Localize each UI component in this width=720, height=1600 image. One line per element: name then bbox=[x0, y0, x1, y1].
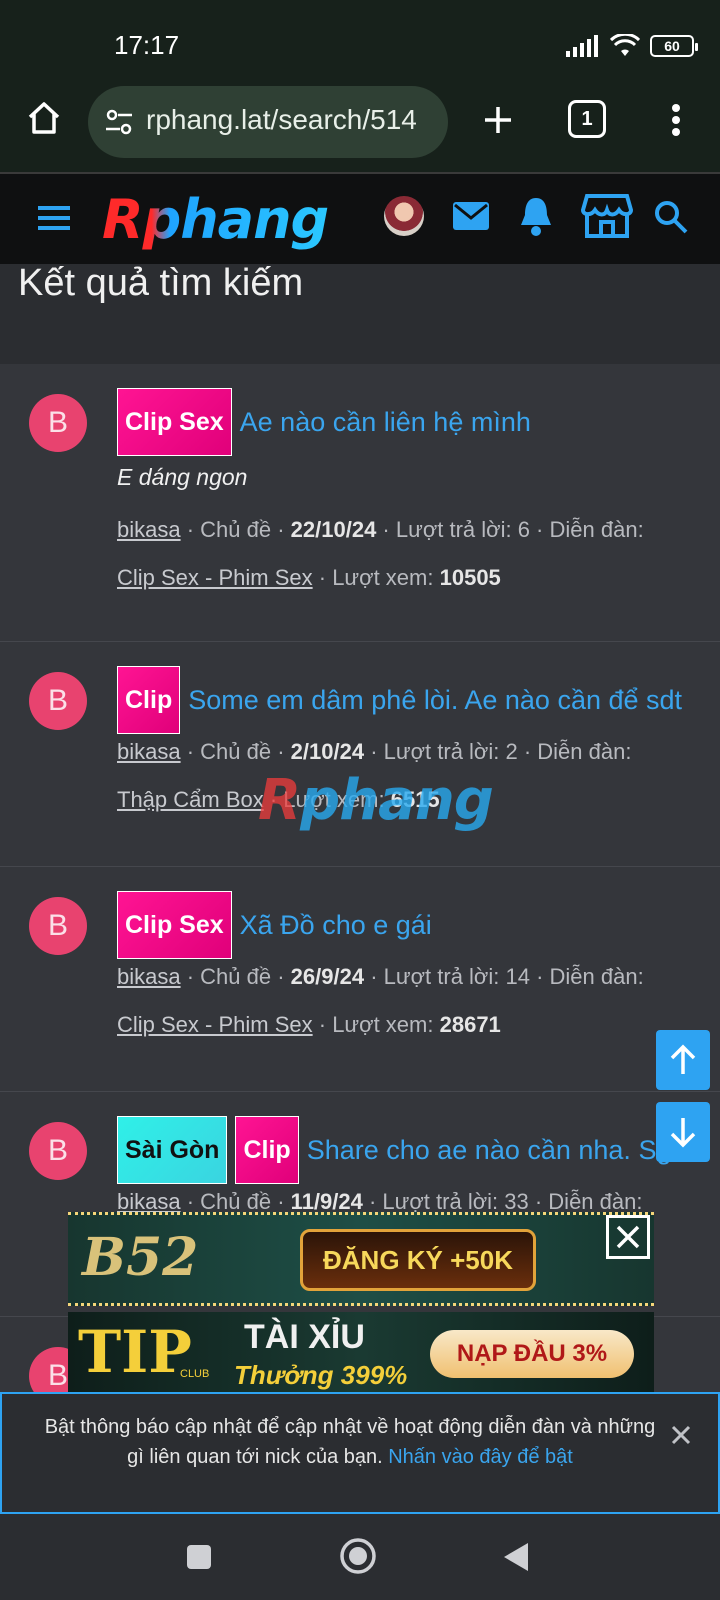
result-meta: bikasa · Chủ đề · 26/9/24 · Lượt trả lời… bbox=[117, 964, 644, 1037]
signal-icon bbox=[566, 35, 598, 57]
search-icon[interactable] bbox=[650, 196, 692, 238]
status-icons: 60 bbox=[566, 34, 698, 58]
close-icon bbox=[616, 1225, 640, 1249]
thread-title-link[interactable]: Some em dâm phê lòi. Ae nào cần để sdt bbox=[188, 685, 682, 716]
forum-link[interactable]: Clip Sex - Phim Sex bbox=[117, 1012, 313, 1037]
author-avatar[interactable]: B bbox=[29, 394, 87, 452]
url-text: rphang.lat/search/514 bbox=[146, 104, 417, 135]
thread-title-link[interactable]: Ae nào cần liên hệ mình bbox=[240, 407, 531, 438]
result-title-row: Clip Sex Ae nào cần liên hệ mình bbox=[117, 388, 531, 456]
square-icon bbox=[187, 1545, 211, 1569]
forum-link[interactable]: Thập Cẩm Box bbox=[117, 787, 264, 812]
result-title-row: Clip Some em dâm phê lòi. Ae nào cần để … bbox=[117, 666, 682, 734]
new-tab-icon[interactable] bbox=[476, 98, 520, 142]
ad-close-button[interactable] bbox=[606, 1215, 650, 1259]
search-result-item: B Clip Sex Xã Đồ cho e gái bikasa · Chủ … bbox=[0, 867, 720, 1092]
search-result-item: B Clip Some em dâm phê lòi. Ae nào cần đ… bbox=[0, 642, 720, 867]
prefix-tag[interactable]: Clip bbox=[235, 1116, 299, 1184]
author-avatar[interactable]: B bbox=[29, 897, 87, 955]
home-button[interactable] bbox=[338, 1536, 378, 1576]
thread-title-link[interactable]: Xã Đồ cho e gái bbox=[240, 910, 432, 941]
result-date: 22/10/24 bbox=[290, 517, 377, 542]
author-link[interactable]: bikasa bbox=[117, 517, 181, 542]
back-button[interactable] bbox=[500, 1540, 532, 1574]
status-time: 17:17 bbox=[114, 30, 180, 60]
ad-banner-tip[interactable]: TIP CLUB TÀI XỈU Thưởng 399% NẠP ĐẦU 3% bbox=[68, 1312, 654, 1394]
view-count: 28671 bbox=[439, 1012, 501, 1037]
site-header: Rphang bbox=[0, 172, 720, 264]
watermark: Rphang bbox=[258, 768, 494, 833]
result-date: 11/9/24 bbox=[290, 1189, 363, 1214]
home-icon[interactable] bbox=[22, 96, 66, 140]
prefix-tag[interactable]: Clip bbox=[117, 666, 181, 734]
author-link[interactable]: bikasa bbox=[117, 964, 181, 989]
notice-close-button[interactable] bbox=[666, 1420, 696, 1450]
more-menu-icon[interactable] bbox=[658, 98, 694, 142]
ad-bonus: Thưởng 399% bbox=[234, 1360, 408, 1390]
push-notification-notice: Bật thông báo cập nhật để cập nhật về ho… bbox=[0, 1392, 720, 1514]
status-bar: 17:17 60 bbox=[0, 0, 720, 86]
ad-brand: TIP bbox=[78, 1318, 192, 1386]
result-meta: bikasa · Chủ đề · 22/10/24 · Lượt trả lờ… bbox=[117, 517, 644, 590]
site-logo[interactable]: Rphang bbox=[102, 188, 329, 251]
author-avatar[interactable]: B bbox=[29, 1122, 87, 1180]
ad-brand-sub: CLUB bbox=[180, 1368, 210, 1380]
thread-title-link[interactable]: Share cho ae nào cần nha. Sg bbox=[307, 1135, 672, 1166]
arrow-up-icon bbox=[670, 1044, 696, 1074]
arrow-down-icon bbox=[670, 1118, 696, 1148]
bell-icon[interactable] bbox=[516, 192, 556, 240]
prefix-tag[interactable]: Clip Sex bbox=[117, 388, 232, 456]
ad-banner-b52[interactable]: B52 ĐĂNG KÝ +50K bbox=[68, 1212, 654, 1306]
close-icon bbox=[671, 1425, 691, 1445]
notice-text: Bật thông báo cập nhật để cập nhật về ho… bbox=[44, 1416, 656, 1468]
author-link[interactable]: bikasa bbox=[117, 739, 181, 764]
page-title: Kết quả tìm kiếm bbox=[18, 262, 304, 304]
prefix-tag[interactable]: Sài Gòn bbox=[117, 1116, 228, 1184]
address-bar[interactable]: rphang.lat/search/514 bbox=[88, 86, 448, 158]
battery-icon: 60 bbox=[650, 35, 698, 57]
tab-switcher-button[interactable]: 1 bbox=[568, 100, 606, 138]
user-avatar[interactable] bbox=[384, 196, 424, 236]
result-snippet: E dáng ngon bbox=[117, 464, 248, 490]
recents-button[interactable] bbox=[184, 1542, 214, 1572]
prefix-tag[interactable]: Clip Sex bbox=[117, 891, 232, 959]
triangle-back-icon bbox=[504, 1543, 528, 1571]
forum-link[interactable]: Clip Sex - Phim Sex bbox=[117, 565, 313, 590]
mail-icon[interactable] bbox=[450, 196, 492, 236]
author-avatar[interactable]: B bbox=[29, 672, 87, 730]
scroll-down-button[interactable] bbox=[656, 1102, 710, 1162]
store-icon[interactable] bbox=[580, 190, 634, 242]
ad-game: TÀI XỈU bbox=[244, 1318, 365, 1356]
ad-cta: ĐĂNG KÝ +50K bbox=[300, 1229, 536, 1291]
enable-notifications-link[interactable]: Nhấn vào đây để bật bbox=[388, 1446, 573, 1468]
result-date: 2/10/24 bbox=[290, 739, 365, 764]
hamburger-menu-icon[interactable] bbox=[34, 198, 74, 238]
result-title-row: Sài Gòn Clip Share cho ae nào cần nha. S… bbox=[117, 1116, 671, 1184]
search-result-item: B Clip Sex Ae nào cần liên hệ mình E dán… bbox=[0, 364, 720, 642]
browser-toolbar: rphang.lat/search/514 1 bbox=[0, 86, 720, 172]
view-count: 10505 bbox=[439, 565, 501, 590]
site-settings-icon[interactable] bbox=[104, 108, 134, 136]
system-navigation-bar bbox=[0, 1516, 720, 1600]
ad-cta: NẠP ĐẦU 3% bbox=[430, 1330, 634, 1378]
ad-brand: B52 bbox=[82, 1227, 199, 1288]
wifi-icon bbox=[610, 34, 640, 56]
scroll-up-button[interactable] bbox=[656, 1030, 710, 1090]
author-link[interactable]: bikasa bbox=[117, 1189, 181, 1214]
result-title-row: Clip Sex Xã Đồ cho e gái bbox=[117, 891, 432, 959]
result-date: 26/9/24 bbox=[290, 964, 365, 989]
circle-icon bbox=[340, 1538, 376, 1574]
